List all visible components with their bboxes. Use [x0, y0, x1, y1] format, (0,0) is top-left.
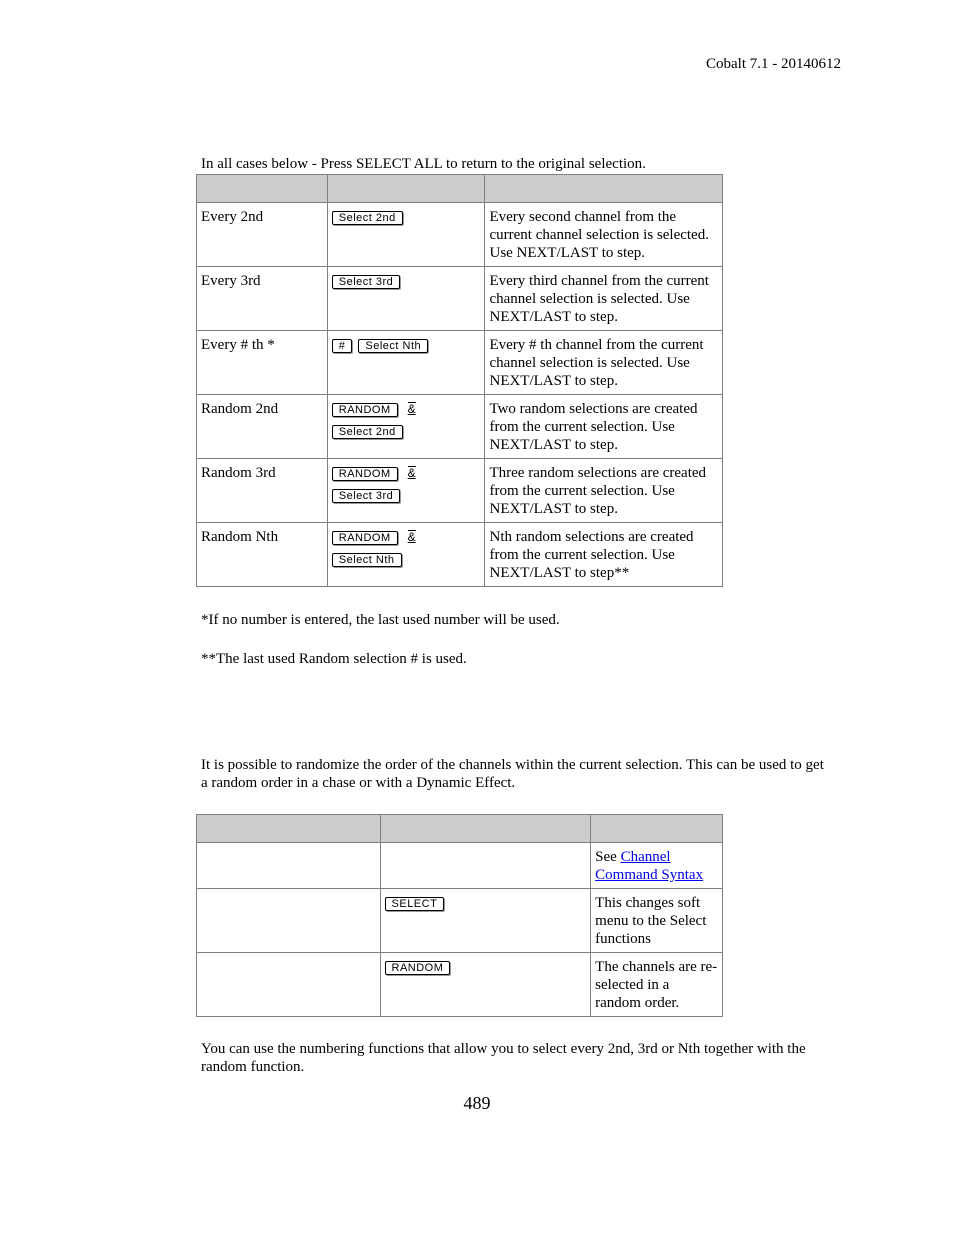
- console-key: RANDOM: [331, 467, 398, 481]
- table-row: Random 3rd RANDOM & Select 3rd Three random …: [196, 458, 723, 523]
- console-key: Select 3rd: [331, 489, 401, 503]
- function-name: Every # th *: [196, 330, 328, 395]
- ampersand-symbol: &: [407, 402, 416, 416]
- console-key: Select Nth: [331, 553, 402, 567]
- row-description: The channels are re-selected in a random…: [590, 952, 723, 1017]
- console-key: RANDOM: [331, 531, 398, 545]
- row-description: This changes soft menu to the Select fun…: [590, 888, 723, 953]
- table-row: SELECT This changes soft menu to the Sel…: [196, 888, 723, 953]
- function-name: Every 2nd: [196, 202, 328, 267]
- see-text: See: [595, 849, 621, 865]
- document-version-header: Cobalt 7.1 - 20140612: [706, 56, 841, 72]
- row-description: Nth random selections are created from t…: [484, 522, 723, 587]
- console-key: Select 2nd: [331, 425, 403, 439]
- function-name: Random 2nd: [196, 394, 328, 459]
- key-sequence: RANDOM & Select 3rd: [326, 458, 486, 523]
- row-description: Every third channel from the current cha…: [484, 266, 723, 331]
- selection-table: Every 2nd Select 2nd Every second channel …: [196, 174, 723, 587]
- table-row: Every 3rd Select 3rd Every third channel f…: [196, 266, 723, 331]
- table-row: Random Nth RANDOM & Select Nth Nth random se…: [196, 522, 723, 587]
- ampersand-symbol: &: [407, 466, 416, 480]
- key-sequence: Select 2nd: [326, 202, 486, 267]
- row-description: Every # th channel from the current chan…: [484, 330, 723, 395]
- page-number: 489: [463, 1093, 491, 1113]
- select-key: SELECT: [384, 897, 445, 911]
- console-key: RANDOM: [331, 403, 398, 417]
- console-key: #: [331, 339, 353, 353]
- key-sequence: RANDOM & Select Nth: [326, 522, 486, 587]
- key-sequence: # Select Nth: [326, 330, 486, 395]
- footnote-2: **The last used Random selection # is us…: [201, 651, 467, 667]
- ampersand-symbol: &: [407, 530, 416, 544]
- key-sequence: Select 3rd: [326, 266, 486, 331]
- row-description: Two random selections are created from t…: [484, 394, 723, 459]
- random-key: RANDOM: [384, 961, 451, 975]
- randomize-paragraph: It is possible to randomize the order of…: [201, 757, 824, 791]
- row-description: Three random selections are created from…: [484, 458, 723, 523]
- numbering-paragraph: You can use the numbering functions that…: [201, 1041, 806, 1075]
- table-header-row: [196, 814, 723, 843]
- intro-text: In all cases below - Press SELECT ALL to…: [201, 156, 646, 172]
- table-header-row: [196, 174, 723, 203]
- console-key: Select 2nd: [331, 211, 403, 225]
- table-row: RANDOM The channels are re-selected in a…: [196, 952, 723, 1017]
- console-key: Select 3rd: [331, 275, 401, 289]
- function-name: Random Nth: [196, 522, 328, 587]
- row-description: Every second channel from the current ch…: [484, 202, 723, 267]
- table-row: Every # th * # Select Nth Every # th channe…: [196, 330, 723, 395]
- function-name: Every 3rd: [196, 266, 328, 331]
- table-row: Random 2nd RANDOM & Select 2nd Two random se…: [196, 394, 723, 459]
- footnote-1: *If no number is entered, the last used …: [201, 612, 560, 628]
- console-key: Select Nth: [358, 339, 429, 353]
- key-sequence: RANDOM & Select 2nd: [326, 394, 486, 459]
- table-row: Every 2nd Select 2nd Every second channel …: [196, 202, 723, 267]
- randomize-table: See Channel Command Syntax SELECT This c…: [196, 814, 723, 1017]
- table-row: See Channel Command Syntax: [196, 842, 723, 889]
- function-name: Random 3rd: [196, 458, 328, 523]
